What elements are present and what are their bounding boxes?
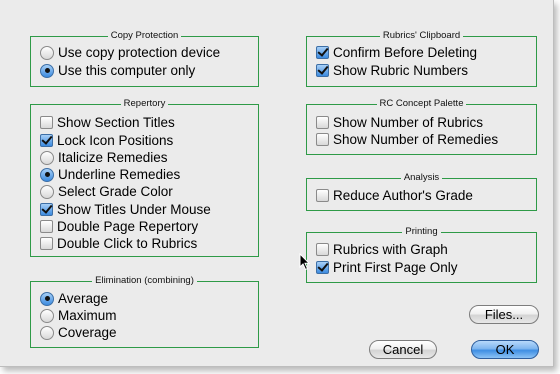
elimination-average[interactable]: Average	[40, 290, 108, 307]
option-label: Show Number of Rubrics	[333, 115, 484, 130]
rubrics-clipboard-group: Rubrics' Clipboard Confirm Before Deleti…	[306, 30, 537, 87]
radio-button[interactable]	[40, 308, 54, 323]
checkbox[interactable]	[40, 116, 53, 129]
copy-protection-title: Copy Protection	[107, 30, 182, 41]
checkbox-checked[interactable]	[316, 64, 329, 77]
option-label: Underline Remedies	[58, 167, 181, 182]
radio-button[interactable]	[40, 45, 54, 60]
checkbox-checked[interactable]	[316, 46, 329, 59]
checkbox[interactable]	[40, 237, 53, 250]
rc-concept-palette-group: RC Concept Palette Show Number of Rubric…	[306, 98, 537, 155]
elimination-title: Elimination (combining)	[92, 275, 197, 286]
elimination-group: Elimination (combining) Average Maximum …	[30, 275, 259, 348]
files-button[interactable]: Files...	[469, 305, 539, 324]
printing-print-first-page-only[interactable]: Print First Page Only	[316, 259, 458, 276]
analysis-group: Analysis Reduce Author's Grade	[306, 172, 537, 211]
option-label: Rubrics with Graph	[333, 242, 448, 257]
checkbox[interactable]	[316, 116, 329, 129]
repertory-double-page-repertory[interactable]: Double Page Repertory	[40, 218, 198, 235]
option-label: Use copy protection device	[58, 45, 221, 60]
radio-button[interactable]	[40, 184, 54, 199]
repertory-underline-remedies[interactable]: Underline Remedies	[40, 166, 180, 183]
option-label: Double Page Repertory	[57, 219, 199, 234]
copy-protection-group: Copy Protection Use copy protection devi…	[30, 30, 259, 87]
checkbox[interactable]	[316, 133, 329, 146]
checkbox[interactable]	[316, 189, 329, 202]
radio-button[interactable]	[40, 325, 54, 340]
rubrics-clipboard-title: Rubrics' Clipboard	[379, 30, 464, 41]
ok-button[interactable]: OK	[471, 340, 539, 359]
option-label: Show Section Titles	[57, 115, 175, 130]
repertory-italicize-remedies[interactable]: Italicize Remedies	[40, 149, 168, 166]
radio-button-selected[interactable]	[40, 291, 54, 306]
repertory-select-grade-color[interactable]: Select Grade Color	[40, 183, 173, 200]
option-label: Average	[58, 291, 109, 306]
preferences-dialog: Copy Protection Use copy protection devi…	[0, 0, 554, 367]
printing-title: Printing	[402, 226, 441, 237]
option-label: Maximum	[58, 308, 117, 323]
checkbox-checked[interactable]	[316, 261, 329, 274]
checkbox[interactable]	[40, 220, 53, 233]
printing-group: Printing Rubrics with Graph Print First …	[306, 226, 537, 283]
option-label: Coverage	[58, 325, 117, 340]
checkbox-checked[interactable]	[40, 134, 53, 147]
analysis-title: Analysis	[400, 172, 443, 183]
option-label: Show Rubric Numbers	[333, 63, 469, 78]
option-label: Show Number of Remedies	[333, 132, 499, 147]
option-label: Use this computer only	[58, 63, 196, 78]
elimination-maximum[interactable]: Maximum	[40, 307, 117, 324]
cancel-button[interactable]: Cancel	[369, 340, 437, 359]
option-label: Confirm Before Deleting	[333, 45, 478, 60]
option-label: Select Grade Color	[58, 184, 173, 199]
printing-rubrics-with-graph[interactable]: Rubrics with Graph	[316, 241, 448, 258]
repertory-lock-icon-positions[interactable]: Lock Icon Positions	[40, 132, 173, 149]
radio-button-selected[interactable]	[40, 167, 54, 182]
repertory-show-section-titles[interactable]: Show Section Titles	[40, 114, 175, 131]
repertory-double-click-to-rubrics[interactable]: Double Click to Rubrics	[40, 235, 197, 252]
option-label: Show Titles Under Mouse	[57, 202, 211, 217]
analysis-reduce-authors-grade[interactable]: Reduce Author's Grade	[316, 187, 473, 204]
mouse-pointer-icon	[299, 253, 311, 271]
repertory-show-titles-under-mouse[interactable]: Show Titles Under Mouse	[40, 201, 211, 218]
clipboard-confirm-before-deleting[interactable]: Confirm Before Deleting	[316, 44, 477, 61]
option-label: Italicize Remedies	[58, 150, 168, 165]
elimination-coverage[interactable]: Coverage	[40, 324, 117, 341]
option-label: Lock Icon Positions	[57, 133, 174, 148]
copy-protection-option-computer[interactable]: Use this computer only	[40, 62, 195, 79]
option-label: Double Click to Rubrics	[57, 236, 198, 251]
option-label: Print First Page Only	[333, 260, 458, 275]
clipboard-show-rubric-numbers[interactable]: Show Rubric Numbers	[316, 62, 468, 79]
copy-protection-option-device[interactable]: Use copy protection device	[40, 44, 220, 61]
repertory-title: Repertory	[120, 98, 169, 109]
option-label: Reduce Author's Grade	[333, 188, 473, 203]
checkbox-checked[interactable]	[40, 203, 53, 216]
radio-button-selected[interactable]	[40, 63, 54, 78]
palette-show-number-of-rubrics[interactable]: Show Number of Rubrics	[316, 114, 483, 131]
rc-concept-palette-title: RC Concept Palette	[376, 98, 467, 109]
radio-button[interactable]	[40, 150, 54, 165]
palette-show-number-of-remedies[interactable]: Show Number of Remedies	[316, 131, 498, 148]
repertory-group: Repertory Show Section Titles Lock Icon …	[30, 98, 259, 257]
checkbox[interactable]	[316, 243, 329, 256]
